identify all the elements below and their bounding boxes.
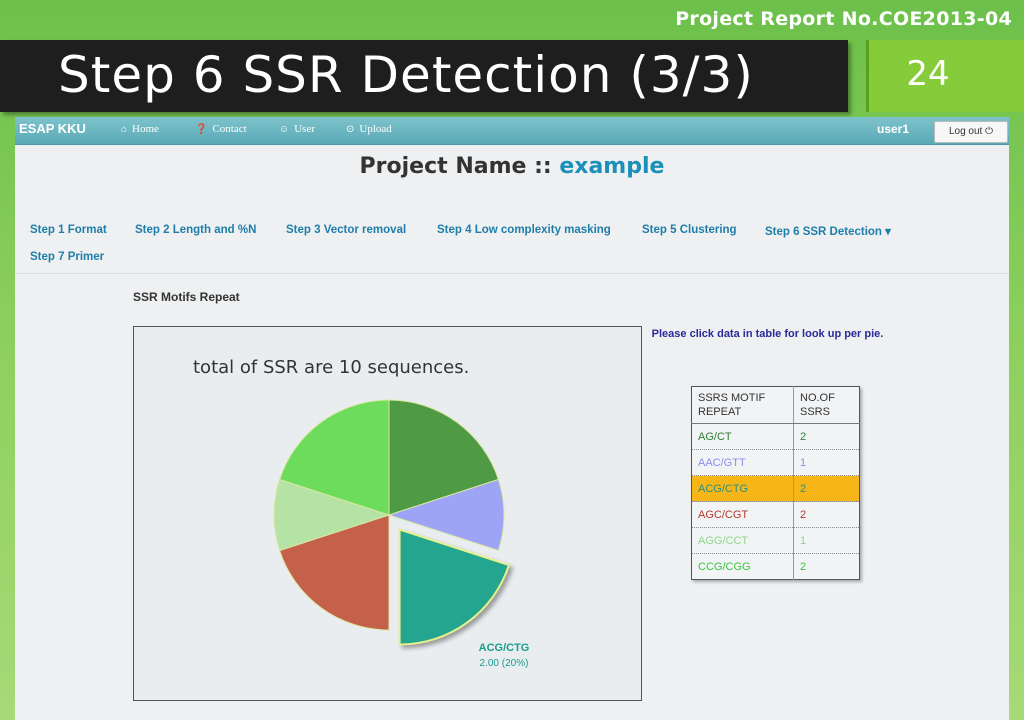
username[interactable]: user1	[877, 122, 909, 136]
question-circle-icon: ❓	[195, 124, 208, 135]
nav-home-label: Home	[132, 123, 159, 135]
slide-number-box: 24	[866, 40, 1024, 112]
count-cell[interactable]: 2	[793, 423, 860, 450]
header-motif: SSRS MOTIF REPEAT	[691, 386, 794, 424]
tooltip-value: 2.00 (20%)	[479, 658, 529, 669]
nav-home[interactable]: ⌂ Home	[121, 123, 159, 135]
table-row[interactable]: AAC/GTT 1	[691, 449, 860, 476]
table-row[interactable]: CCG/CGG 2	[691, 553, 860, 580]
nav-contact-label: Contact	[212, 123, 247, 135]
tab-step-6[interactable]: Step 6 SSR Detection ▾	[765, 224, 891, 238]
tab-step-3[interactable]: Step 3 Vector removal	[286, 224, 406, 236]
tab-step-7[interactable]: Step 7 Primer	[30, 251, 104, 263]
project-name-heading: Project Name :: example	[15, 154, 1009, 179]
header-count: NO.OF SSRS	[793, 386, 860, 424]
report-number: Project Report No.COE2013-04	[675, 8, 1012, 30]
project-name-value: example	[559, 154, 665, 179]
tooltip-label: ACG/CTG	[478, 642, 530, 654]
tab-step-4[interactable]: Step 4 Low complexity masking	[437, 224, 611, 236]
count-cell[interactable]: 2	[793, 553, 860, 580]
count-cell[interactable]: 1	[793, 527, 860, 554]
count-cell[interactable]: 2	[793, 501, 860, 528]
ssr-motif-table: SSRS MOTIF REPEAT NO.OF SSRS AG/CT 2 AAC/G…	[691, 386, 860, 580]
logout-button[interactable]: Log out ⏻	[934, 121, 1008, 143]
count-cell[interactable]: 1	[793, 449, 860, 476]
project-name-prefix: Project Name ::	[359, 154, 560, 179]
slide-title-bar: Step 6 SSR Detection (3/3)	[0, 40, 848, 112]
slide-title: Step 6 SSR Detection (3/3)	[58, 46, 754, 104]
motif-cell[interactable]: AGC/CGT	[691, 501, 794, 528]
motif-cell[interactable]: AG/CT	[691, 423, 794, 450]
pie-chart-panel: total of SSR are 10 sequences. ACG/CTG 2…	[133, 326, 642, 701]
navbar: ESAP KKU ⌂ Home ❓ Contact ☺ User ⊙ Upload us…	[15, 117, 1009, 145]
table-hint: Please click data in table for look up p…	[651, 328, 884, 340]
motif-cell[interactable]: ACG/CTG	[691, 475, 794, 502]
tab-step-5[interactable]: Step 5 Clustering	[642, 224, 737, 236]
motif-cell[interactable]: AAC/GTT	[691, 449, 794, 476]
nav-contact[interactable]: ❓ Contact	[195, 123, 247, 135]
motif-cell[interactable]: CCG/CGG	[691, 553, 794, 580]
table-row[interactable]: ACG/CTG 2	[691, 475, 860, 502]
tab-step-2[interactable]: Step 2 Length and %N	[135, 224, 256, 236]
nav-upload[interactable]: ⊙ Upload	[346, 123, 392, 135]
home-icon: ⌂	[121, 124, 128, 135]
section-title: SSR Motifs Repeat	[133, 290, 240, 304]
tab-step-1[interactable]: Step 1 Format	[30, 224, 107, 236]
motif-cell[interactable]: AGG/CCT	[691, 527, 794, 554]
upload-icon: ⊙	[346, 124, 355, 135]
table-row[interactable]: AGC/CGT 2	[691, 501, 860, 528]
table-header-row: SSRS MOTIF REPEAT NO.OF SSRS	[691, 386, 860, 424]
nav-upload-label: Upload	[359, 123, 392, 135]
brand-link[interactable]: ESAP KKU	[19, 121, 86, 136]
steps-divider	[15, 273, 1009, 274]
user-icon: ☺	[279, 124, 290, 135]
table-body: AG/CT 2 AAC/GTT 1 ACG/CTG 2 AGC/CGT 2 AGG/CCT 1 CC…	[691, 423, 860, 580]
table-row[interactable]: AGG/CCT 1	[691, 527, 860, 554]
app-window: ESAP KKU ⌂ Home ❓ Contact ☺ User ⊙ Upload us…	[15, 117, 1009, 720]
count-cell[interactable]: 2	[793, 475, 860, 502]
pie-chart	[273, 399, 511, 646]
table-row[interactable]: AG/CT 2	[691, 423, 860, 450]
slide-number: 24	[906, 54, 950, 94]
nav-user-label: User	[294, 123, 315, 135]
nav-user[interactable]: ☺ User	[279, 123, 315, 135]
